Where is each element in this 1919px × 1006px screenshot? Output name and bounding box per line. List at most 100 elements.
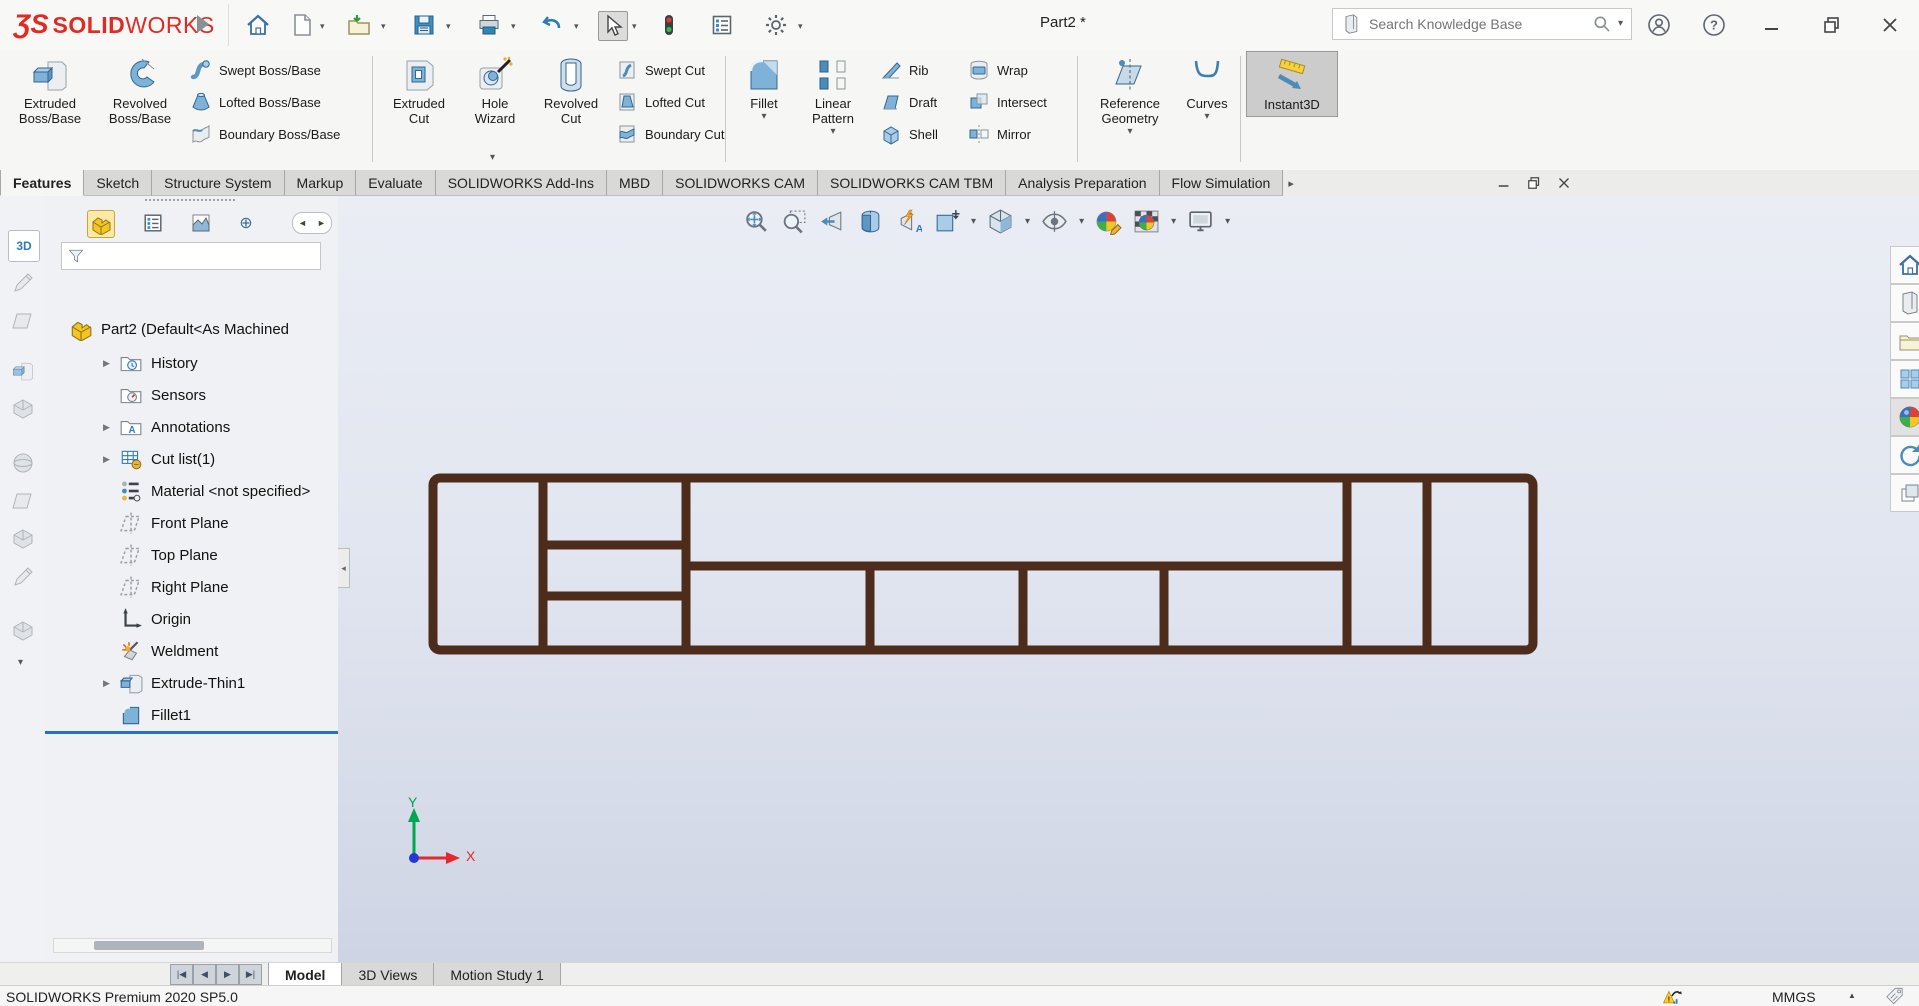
dimxpertmanager-tab[interactable]: ⊕ [233, 210, 259, 236]
left-toolbar-dropdown[interactable]: ▾ [18, 652, 23, 670]
menu-expand-arrow[interactable] [197, 15, 209, 33]
login-button[interactable] [1645, 11, 1673, 39]
tab-evaluate[interactable]: Evaluate [356, 170, 435, 196]
left-toolbar-button-6[interactable] [8, 486, 38, 516]
prev-tab-icon[interactable]: ◀ [193, 964, 216, 985]
save-dropdown[interactable]: ▾ [446, 21, 451, 32]
left-toolbar-button-2[interactable] [8, 306, 38, 336]
taskpane-tab-file-explorer[interactable] [1890, 322, 1919, 360]
3d-views-tab[interactable]: 3D Views [342, 963, 434, 986]
units-dropdown-icon[interactable]: ▲ [1848, 991, 1856, 1000]
curves-button[interactable]: Curves▾ [1176, 55, 1238, 122]
tab-overflow-button[interactable]: ▸ [1283, 170, 1299, 196]
swept-cut-button[interactable]: Swept Cut [616, 58, 705, 82]
intersect-button[interactable]: Intersect [968, 90, 1047, 114]
help-button[interactable]: ? [1700, 11, 1728, 39]
taskpane-tab-custom-properties[interactable] [1890, 436, 1919, 474]
tab-features[interactable]: Features [0, 170, 84, 196]
tree-filter[interactable] [61, 242, 321, 270]
close-button[interactable] [1876, 11, 1904, 39]
extruded-cut-button[interactable]: Extruded Cut [380, 55, 458, 126]
linear-pattern-dropdown[interactable]: ▾ [830, 127, 835, 137]
boundary-boss-base-button[interactable]: Boundary Boss/Base [190, 122, 340, 146]
left-toolbar-button-3[interactable] [8, 356, 38, 386]
draft-button[interactable]: Draft [880, 90, 937, 114]
new-document-button[interactable] [288, 11, 316, 39]
configurationmanager-tab[interactable] [188, 210, 214, 236]
tab-analysis-preparation[interactable]: Analysis Preparation [1006, 170, 1159, 196]
expand-arrow-icon[interactable]: ▶ [103, 358, 115, 369]
left-toolbar-button-8[interactable] [8, 562, 38, 592]
swept-boss-base-button[interactable]: Swept Boss/Base [190, 58, 321, 82]
tree-item-annotations[interactable]: ▶AAnnotations [45, 412, 338, 442]
undo-button[interactable] [538, 11, 566, 39]
tab-solidworks-cam[interactable]: SOLIDWORKS CAM [663, 170, 818, 196]
graphics-viewport[interactable]: ◂ A ▾ ▾ ▾ ▾ ▾ [338, 196, 1919, 962]
tree-item-material[interactable]: Material <not specified> [45, 476, 338, 506]
motion-study-tab[interactable]: Motion Study 1 [434, 963, 560, 986]
revolved-boss-base-button[interactable]: Revolved Boss/Base [96, 55, 184, 126]
new-document-dropdown[interactable]: ▾ [320, 21, 325, 32]
open-dropdown[interactable]: ▾ [381, 21, 386, 32]
taskpane-tab-view-palette[interactable] [1890, 360, 1919, 398]
cut-group-dropdown[interactable]: ▾ [490, 153, 495, 163]
shell-button[interactable]: Shell [880, 122, 938, 146]
propertymanager-tab[interactable] [140, 210, 166, 236]
last-tab-icon[interactable]: ▶| [239, 964, 262, 985]
tree-horizontal-scrollbar[interactable] [53, 938, 332, 953]
undo-dropdown[interactable]: ▾ [574, 21, 579, 32]
tree-item-origin[interactable]: Origin [45, 604, 338, 634]
open-button[interactable] [345, 11, 373, 39]
print-button[interactable] [475, 11, 503, 39]
tab-sketch[interactable]: Sketch [84, 170, 152, 196]
model-tab[interactable]: Model [268, 963, 342, 986]
hole-wizard-button[interactable]: Hole Wizard [460, 55, 530, 126]
fillet-button[interactable]: Fillet▾ [733, 55, 795, 122]
tree-item-history[interactable]: ▶History [45, 348, 338, 378]
tree-root[interactable]: Part2 (Default<As Machined [45, 314, 338, 344]
scrollbar-thumb[interactable] [94, 941, 204, 950]
search-dropdown[interactable]: ▾ [1618, 19, 1623, 29]
panel-grip[interactable] [145, 199, 235, 206]
search-icon[interactable] [1592, 14, 1612, 34]
curves-dropdown[interactable]: ▾ [1204, 112, 1209, 122]
minimize-button[interactable] [1758, 11, 1786, 39]
ribbon-minimize-button[interactable] [1492, 172, 1516, 194]
weldment-frame-drawing[interactable] [338, 196, 1919, 962]
tree-item-weldment[interactable]: Weldment [45, 636, 338, 666]
select-tool-button[interactable] [598, 11, 628, 41]
expand-arrow-icon[interactable]: ▶ [103, 422, 115, 433]
reference-geometry-button[interactable]: Reference Geometry▾ [1085, 55, 1175, 137]
lofted-cut-button[interactable]: Lofted Cut [616, 90, 705, 114]
taskpane-tab-resources[interactable] [1890, 246, 1919, 284]
units-indicator[interactable]: MMGS [1772, 989, 1816, 1005]
rebuild-button[interactable] [655, 11, 683, 39]
lofted-boss-base-button[interactable]: Lofted Boss/Base [190, 90, 321, 114]
tree-item-front-plane[interactable]: Front Plane [45, 508, 338, 538]
mirror-button[interactable]: Mirror [968, 122, 1031, 146]
tree-item-cut-list[interactable]: ▶Cut list(1) [45, 444, 338, 474]
first-tab-icon[interactable]: |◀ [170, 964, 193, 985]
left-toolbar-button-9[interactable] [8, 616, 38, 646]
featuremanager-tab[interactable] [87, 210, 115, 238]
left-toolbar-button-4[interactable] [8, 394, 38, 424]
tree-item-top-plane[interactable]: Top Plane [45, 540, 338, 570]
tab-solidworks-cam-tbm[interactable]: SOLIDWORKS CAM TBM [818, 170, 1006, 196]
wrap-button[interactable]: Wrap [968, 58, 1028, 82]
linear-pattern-button[interactable]: Linear Pattern▾ [797, 55, 869, 137]
left-toolbar-button-1[interactable] [8, 268, 38, 298]
tab-structure-system[interactable]: Structure System [152, 170, 284, 196]
ribbon-close-button[interactable] [1552, 172, 1576, 194]
restore-button[interactable] [1818, 11, 1846, 39]
tag-icon[interactable] [1884, 986, 1905, 1006]
left-toolbar-button-5[interactable] [8, 448, 38, 478]
home-button[interactable] [244, 11, 272, 39]
taskpane-tab-design-library[interactable] [1890, 284, 1919, 322]
expand-arrow-icon[interactable]: ▶ [103, 678, 115, 689]
next-tab-icon[interactable]: ▶ [216, 964, 239, 985]
rollback-bar[interactable] [45, 731, 338, 734]
3d-sketch-button[interactable]: 3D [8, 230, 40, 262]
instant3d-button[interactable]: Instant3D [1246, 51, 1338, 117]
ribbon-restore-button[interactable] [1522, 172, 1546, 194]
file-properties-button[interactable] [708, 11, 736, 39]
